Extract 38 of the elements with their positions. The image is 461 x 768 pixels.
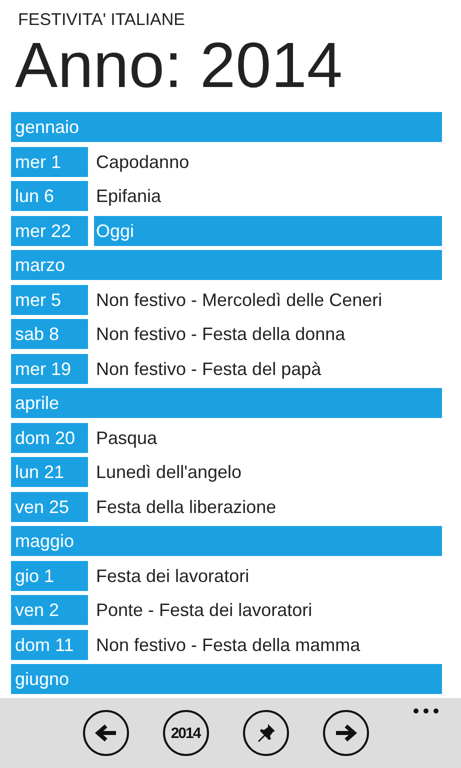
app-title: FESTIVITA' ITALIANE bbox=[18, 10, 185, 30]
date-label: mer 19 bbox=[11, 354, 88, 384]
holiday-label: Festa dei lavoratori bbox=[95, 564, 250, 588]
holiday-label: Non festivo - Mercoledì delle Ceneri bbox=[95, 288, 384, 312]
date-label: lun 21 bbox=[11, 457, 88, 487]
date-label: dom 20 bbox=[11, 422, 88, 452]
holiday-label: Epifania bbox=[95, 185, 162, 208]
holiday-label: Lunedì dell'angelo bbox=[95, 461, 243, 484]
pin-button[interactable] bbox=[242, 710, 288, 756]
date-label: gio 1 bbox=[11, 560, 88, 590]
holiday-label: Festa della liberazione bbox=[95, 496, 278, 518]
forward-button[interactable] bbox=[322, 710, 368, 756]
month-header: maggio bbox=[11, 526, 442, 556]
holiday-label: Non festivo - Festa del papà bbox=[95, 358, 322, 381]
date-label: mer 5 bbox=[11, 284, 88, 314]
month-header: gennaio bbox=[11, 112, 442, 142]
holiday-label: Pasqua bbox=[95, 426, 158, 450]
holiday-label: Ponte - Festa dei lavoratori bbox=[95, 599, 314, 622]
date-label: mer 1 bbox=[11, 146, 88, 176]
holiday-label: Non festivo - Festa della mamma bbox=[95, 634, 362, 656]
more-icon[interactable] bbox=[413, 708, 439, 714]
year-button[interactable]: 2014 bbox=[162, 710, 208, 756]
back-arrow-icon bbox=[94, 723, 118, 743]
holiday-label: Capodanno bbox=[95, 150, 190, 174]
back-button[interactable] bbox=[82, 710, 128, 756]
page-title: Anno: 2014 bbox=[15, 30, 342, 100]
date-label: mer 22 bbox=[11, 216, 88, 246]
date-label: ven 2 bbox=[11, 595, 88, 625]
month-header: marzo bbox=[11, 250, 442, 280]
date-label: ven 25 bbox=[11, 492, 88, 522]
date-label: lun 6 bbox=[11, 181, 88, 211]
date-label: dom 11 bbox=[11, 630, 88, 660]
date-label: sab 8 bbox=[11, 319, 88, 349]
holiday-label: Oggi bbox=[94, 216, 442, 246]
forward-arrow-icon bbox=[334, 723, 358, 743]
month-header: aprile bbox=[11, 388, 442, 418]
holiday-label: Non festivo - Festa della donna bbox=[95, 323, 346, 346]
month-header: giugno bbox=[11, 664, 442, 694]
